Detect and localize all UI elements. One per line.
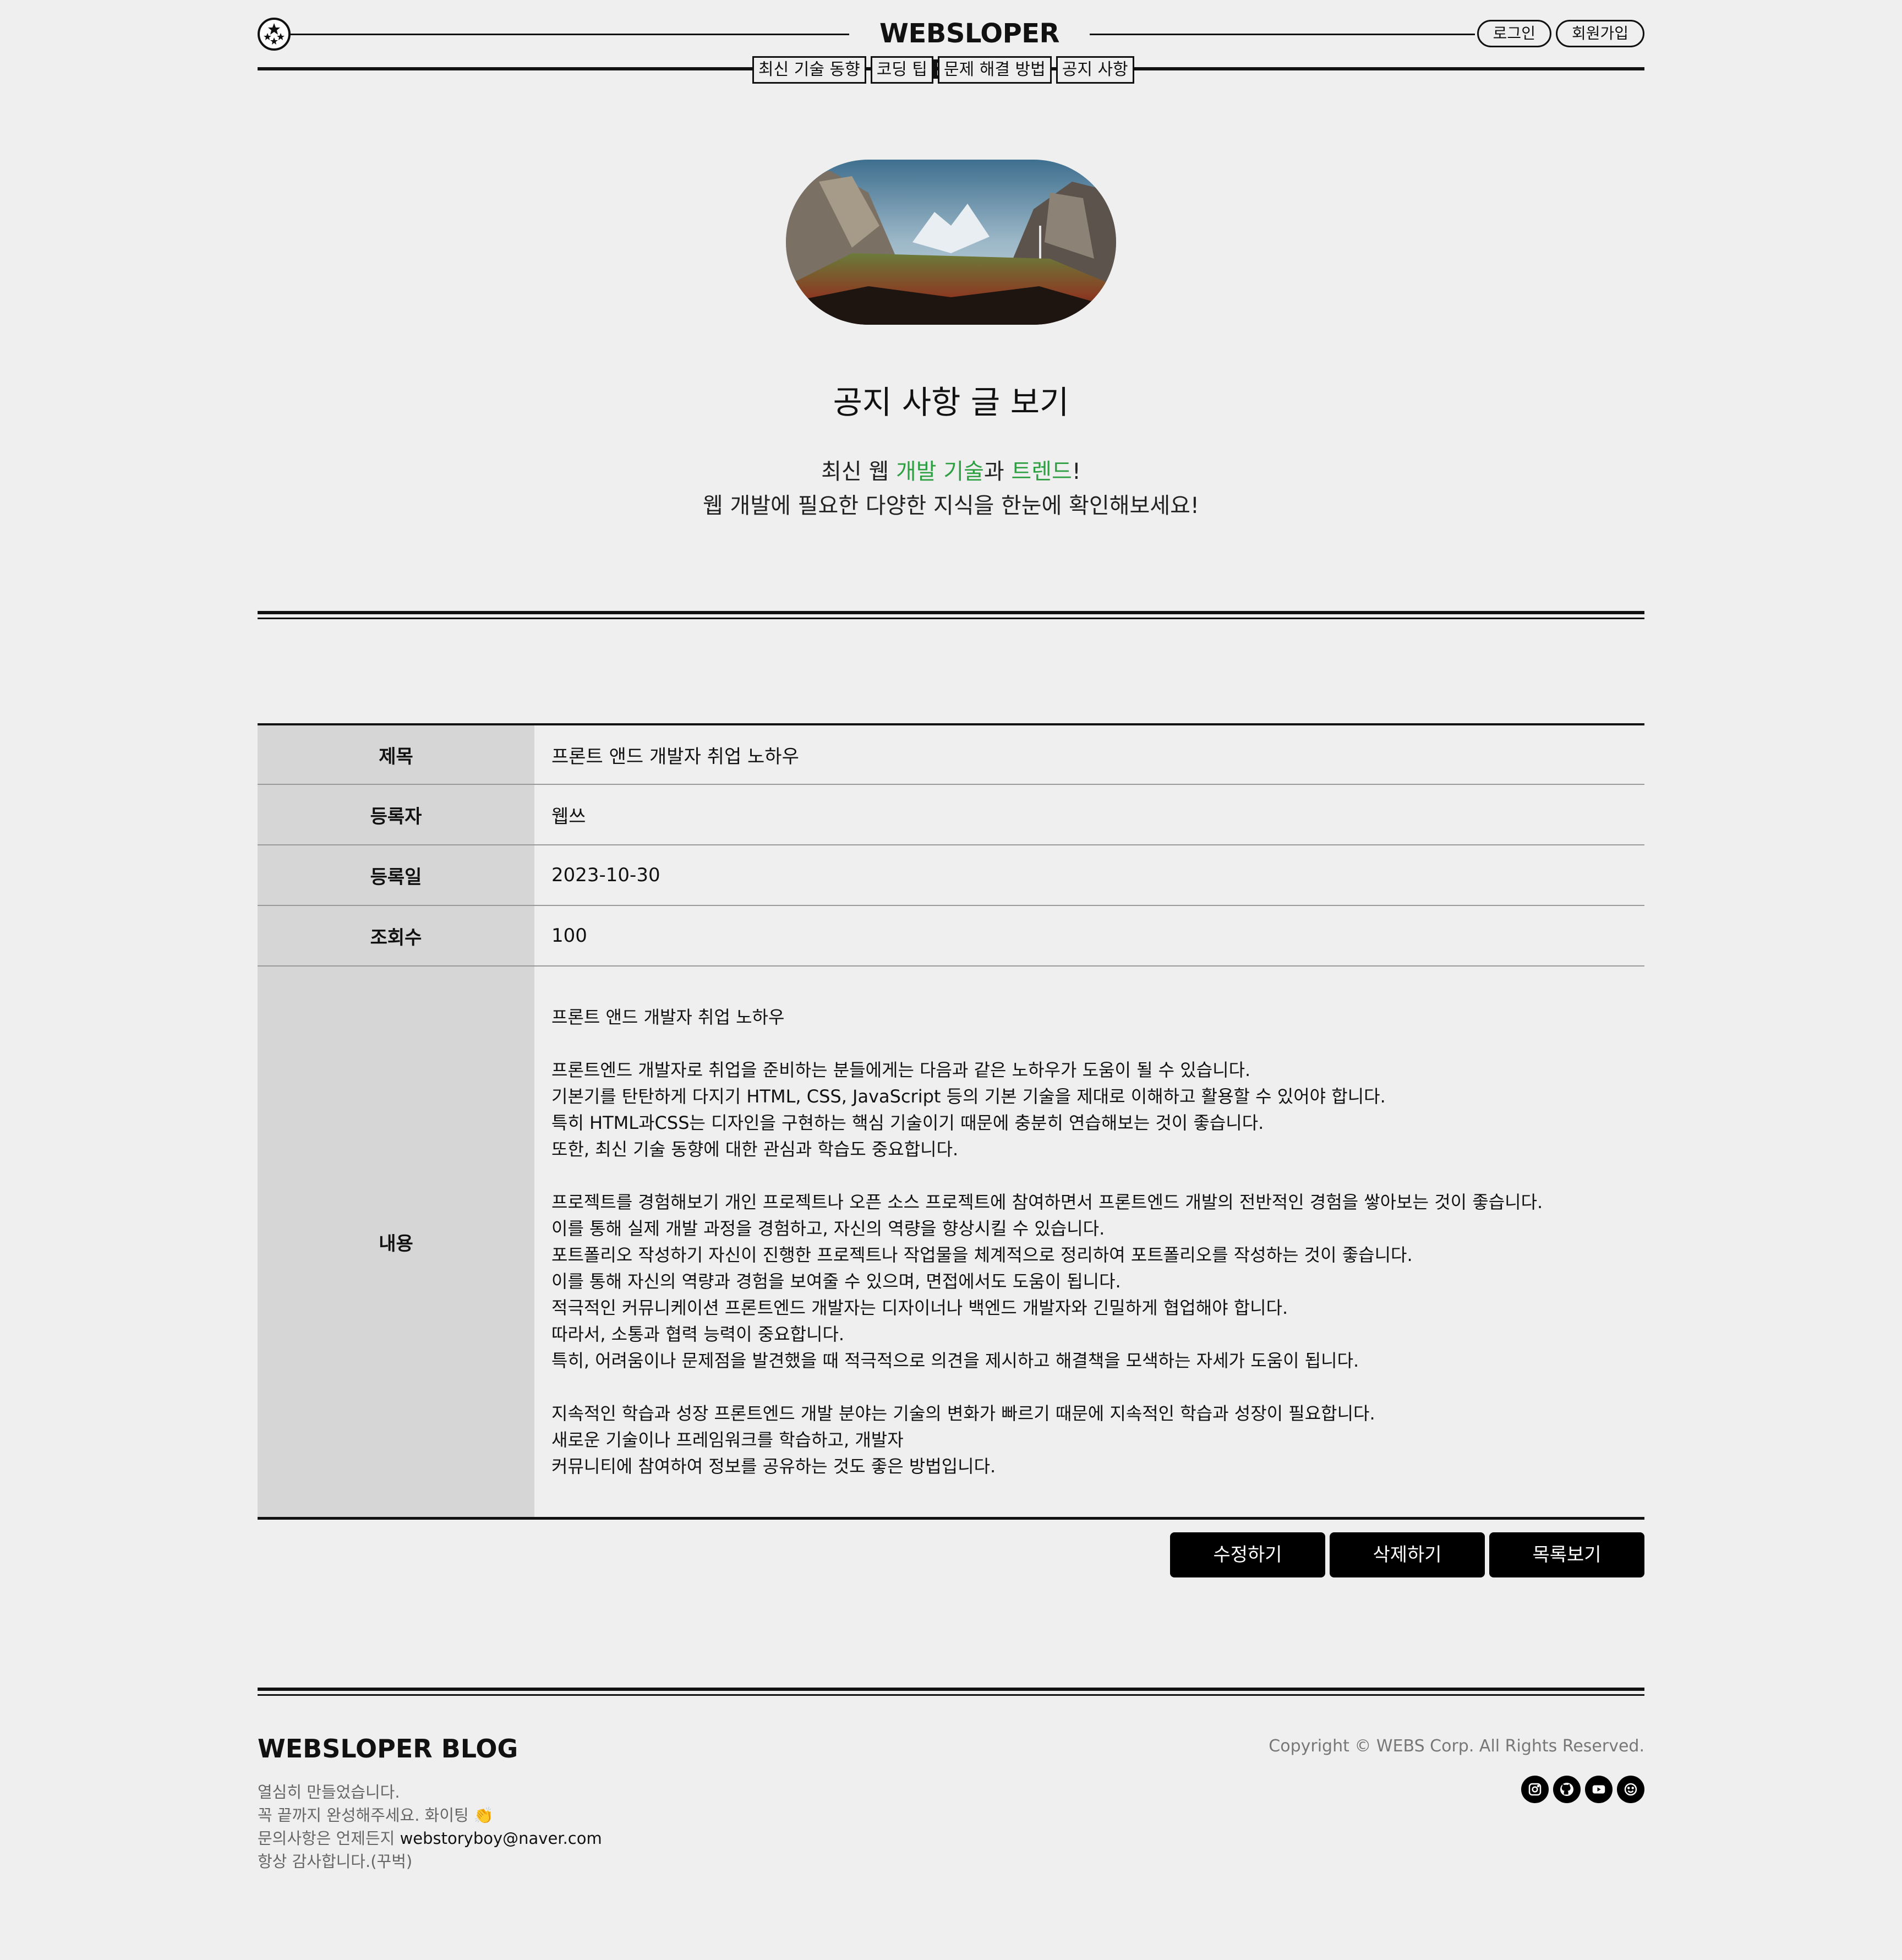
signup-button[interactable]: 회원가입 (1555, 20, 1644, 47)
content-line: 특히 HTML과CSS는 디자인을 구현하는 핵심 기술이기 때문에 충분히 연… (551, 1112, 1264, 1133)
logo-icon[interactable] (258, 18, 291, 51)
footer-line: 꼭 끝까지 완성해주세요. 화이팅 👏 (258, 1806, 494, 1825)
smile-icon[interactable] (1617, 1776, 1644, 1803)
edit-button[interactable]: 수정하기 (1170, 1532, 1325, 1577)
footer-text: 열심히 만들었습니다. 꼭 끝까지 완성해주세요. 화이팅 👏 문의사항은 언제… (258, 1781, 602, 1873)
footer-line: 열심히 만들었습니다. (258, 1783, 400, 1801)
content-line (551, 1162, 1644, 1189)
copyright: Copyright © WEBS Corp. All Rights Reserv… (1269, 1737, 1644, 1756)
content-line: 따라서, 소통과 협력 능력이 중요합니다. (551, 1324, 845, 1345)
auth-buttons: 로그인 회원가입 (1477, 20, 1644, 47)
list-button[interactable]: 목록보기 (1489, 1532, 1644, 1577)
nav-item-coding-tips[interactable]: 코딩 팁 (870, 56, 934, 84)
content-line: 이를 통해 실제 개발 과정을 경험하고, 자신의 역량을 향상시킬 수 있습니… (551, 1218, 1105, 1239)
header-divider-left (291, 34, 849, 35)
delete-button[interactable]: 삭제하기 (1330, 1532, 1485, 1577)
table-row: 내용 프론트 앤드 개발자 취업 노하우 프론트엔드 개발자로 취업을 준비하는… (258, 967, 1644, 1517)
nav-item-troubleshooting[interactable]: 문제 해결 방법 (938, 56, 1052, 84)
section-divider (258, 611, 1644, 619)
footer-email-link[interactable]: webstoryboy@naver.com (400, 1829, 602, 1848)
page-title: 공지 사항 글 보기 (833, 384, 1069, 421)
hero-image (786, 160, 1116, 325)
content-line: 프로젝트를 경험해보기 개인 프로젝트나 오픈 소스 프로젝트에 참여하면서 프… (551, 1192, 1543, 1213)
table-row: 등록자 웹쓰 (258, 785, 1644, 845)
content-body: 프론트 앤드 개발자 취업 노하우 프론트엔드 개발자로 취업을 준비하는 분들… (534, 967, 1644, 1517)
content-line: 프론트 앤드 개발자 취업 노하우 (551, 1007, 785, 1028)
main-nav: 최신 기술 동향 코딩 팁 문제 해결 방법 공지 사항 (752, 56, 1134, 84)
post-actions: 수정하기 삭제하기 목록보기 (1170, 1532, 1644, 1577)
subtitle-suffix: ! (1072, 459, 1081, 484)
table-row: 등록일 2023-10-30 (258, 845, 1644, 906)
footer-contact-prefix: 문의사항은 언제든지 (258, 1829, 400, 1848)
author-label: 등록자 (258, 785, 534, 844)
content-label: 내용 (258, 967, 534, 1517)
author-value: 웹쓰 (551, 805, 586, 828)
views-label: 조회수 (258, 906, 534, 965)
page-subtitle: 최신 웹 개발 기술과 트렌드! 웹 개발에 필요한 다양한 지식을 한눈에 확… (0, 455, 1902, 523)
social-links (1521, 1776, 1644, 1803)
subtitle-highlight-tech: 개발 기술 (895, 459, 984, 484)
subtitle-mid: 과 (983, 459, 1012, 484)
date-label: 등록일 (258, 845, 534, 905)
content-line (551, 1374, 1644, 1400)
login-button[interactable]: 로그인 (1477, 20, 1551, 47)
content-line: 새로운 기술이나 프레임워크를 학습하고, 개발자 (551, 1429, 904, 1450)
content-line: 또한, 최신 기술 동향에 대한 관심과 학습도 중요합니다. (551, 1139, 959, 1160)
content-line: 커뮤니티에 참여하여 정보를 공유하는 것도 좋은 방법입니다. (551, 1456, 996, 1477)
date-value: 2023-10-30 (551, 864, 660, 886)
post-detail-table: 제목 프론트 앤드 개발자 취업 노하우 등록자 웹쓰 등록일 2023-10-… (258, 723, 1644, 1520)
subtitle-prefix: 최신 웹 (821, 459, 896, 484)
content-line: 적극적인 커뮤니케이션 프론트엔드 개발자는 디자이너나 백엔드 개발자와 긴밀… (551, 1297, 1288, 1318)
content-line: 지속적인 학습과 성장 프론트엔드 개발 분야는 기술의 변화가 빠르기 때문에… (551, 1403, 1375, 1424)
site-title[interactable]: WEBSLOPER BLOG (849, 15, 1090, 85)
nav-item-notice[interactable]: 공지 사항 (1056, 56, 1134, 84)
footer-line: 문의사항은 언제든지 webstoryboy@naver.com (258, 1827, 602, 1850)
header-divider-right (1090, 34, 1475, 35)
title-label: 제목 (258, 725, 534, 784)
content-line: 특히, 어려움이나 문제점을 발견했을 때 적극적으로 의견을 제시하고 해결책… (551, 1350, 1359, 1371)
youtube-icon[interactable] (1585, 1776, 1613, 1803)
footer-line: 항상 감사합니다.(꾸벅) (258, 1852, 413, 1871)
github-icon[interactable] (1553, 1776, 1581, 1803)
table-row: 제목 프론트 앤드 개발자 취업 노하우 (258, 725, 1644, 785)
content-line: 프론트엔드 개발자로 취업을 준비하는 분들에게는 다음과 같은 노하우가 도움… (551, 1060, 1251, 1080)
title-value: 프론트 앤드 개발자 취업 노하우 (551, 745, 799, 768)
table-row: 조회수 100 (258, 906, 1644, 967)
footer-divider (258, 1688, 1644, 1696)
nav-item-tech-trends[interactable]: 최신 기술 동향 (752, 56, 866, 84)
footer-title[interactable]: WEBSLOPER BLOG (258, 1734, 518, 1764)
subtitle-line2: 웹 개발에 필요한 다양한 지식을 한눈에 확인해보세요! (703, 493, 1199, 518)
content-line: 포트폴리오 작성하기 자신이 진행한 프로젝트나 작업물을 체계적으로 정리하여… (551, 1244, 1413, 1265)
content-line: 이를 통해 자신의 역량과 경험을 보여줄 수 있으며, 면접에서도 도움이 됩… (551, 1271, 1121, 1292)
subtitle-highlight-trend: 트렌드 (1011, 459, 1072, 484)
content-line (551, 1030, 1644, 1057)
instagram-icon[interactable] (1521, 1776, 1549, 1803)
content-line: 기본기를 탄탄하게 다지기 HTML, CSS, JavaScript 등의 기… (551, 1086, 1386, 1107)
site-header: WEBSLOPER BLOG 로그인 회원가입 최신 기술 동향 코딩 팁 문제… (258, 15, 1644, 85)
views-value: 100 (551, 925, 587, 947)
